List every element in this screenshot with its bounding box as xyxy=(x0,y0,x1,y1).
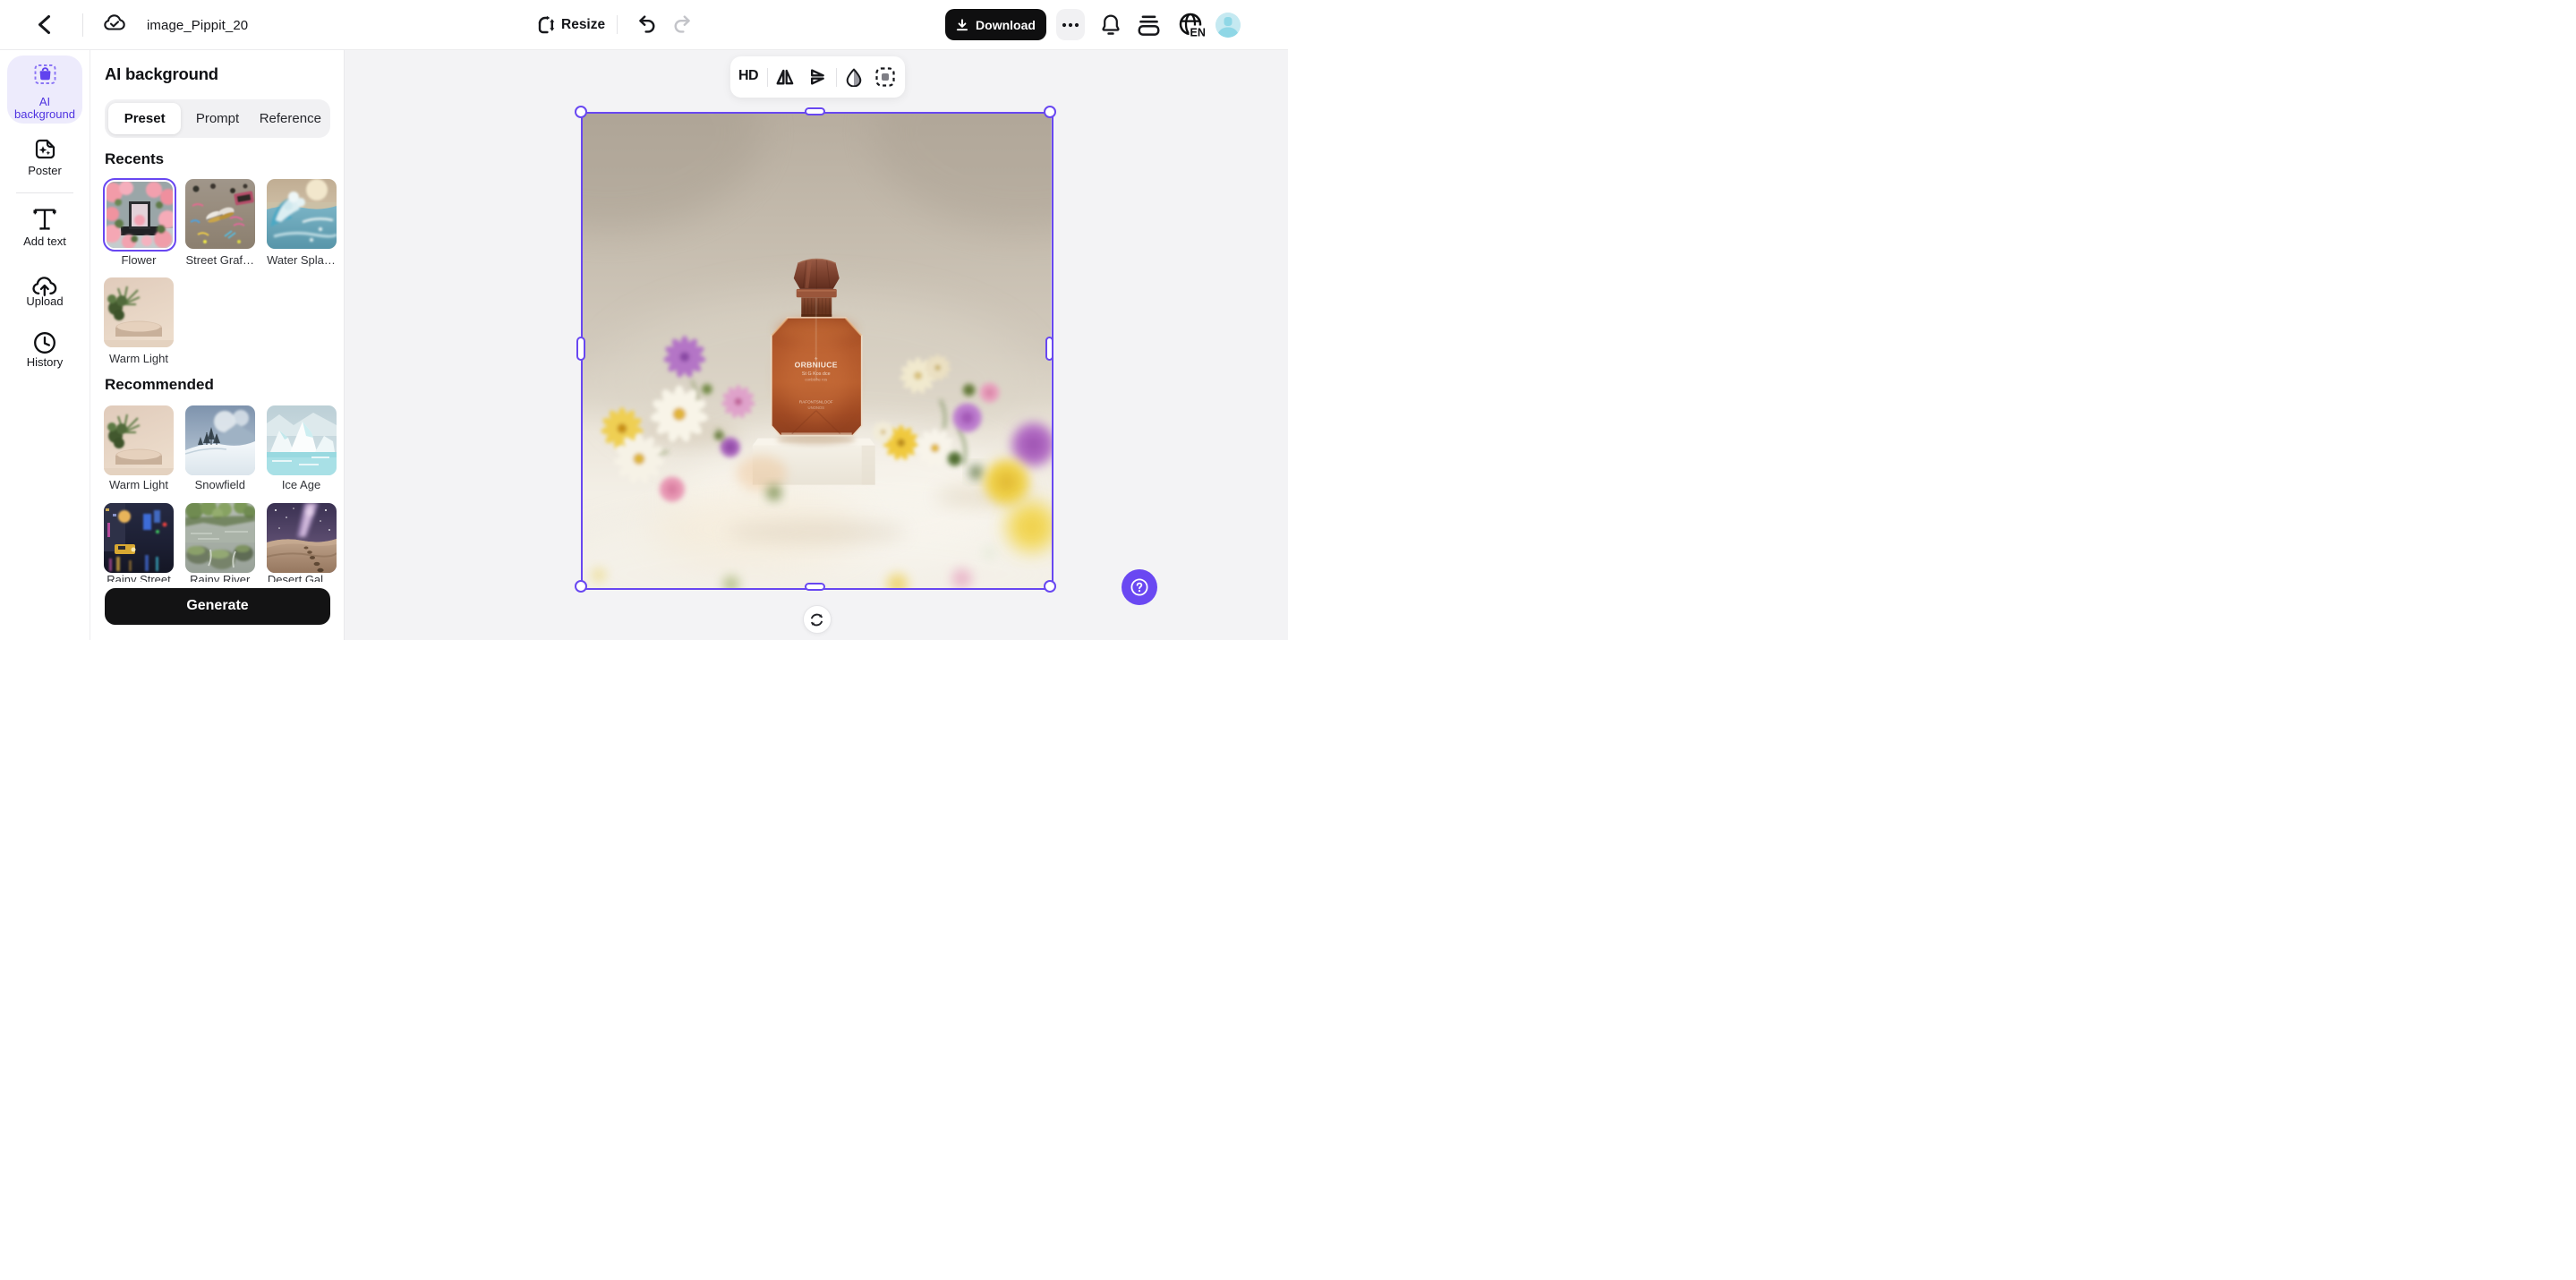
svg-text:EN: EN xyxy=(1190,27,1206,39)
